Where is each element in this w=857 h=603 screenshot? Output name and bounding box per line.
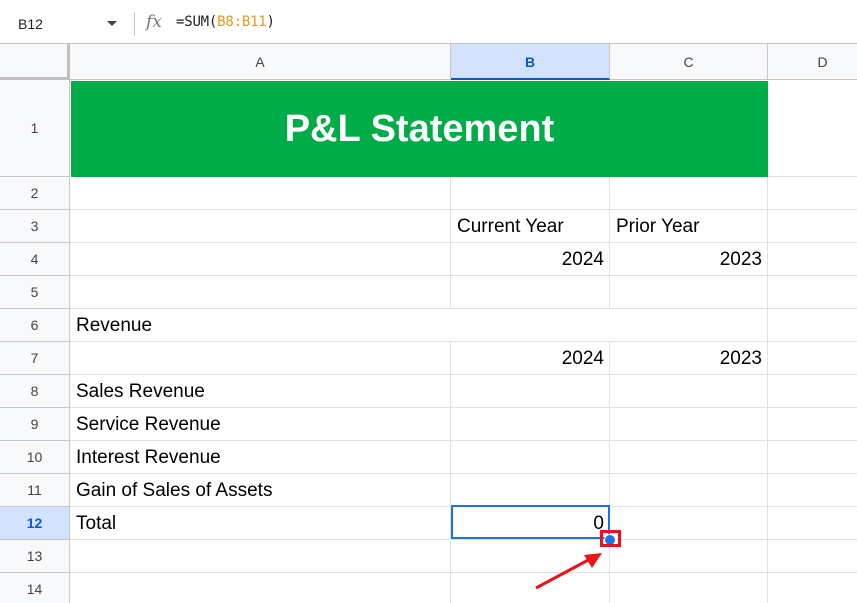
row-header-1[interactable]: 1 xyxy=(0,80,70,177)
cell-b9[interactable] xyxy=(451,408,610,441)
select-all-corner[interactable] xyxy=(0,44,70,80)
row-header-14[interactable]: 14 xyxy=(0,573,70,603)
formula-separator xyxy=(134,12,135,36)
cell-d14[interactable] xyxy=(768,573,857,603)
cell-d5[interactable] xyxy=(768,276,857,309)
cell-c4[interactable]: 2023 xyxy=(610,243,768,276)
cell-d12[interactable] xyxy=(768,507,857,540)
cell-d13[interactable] xyxy=(768,540,857,573)
cell-d7[interactable] xyxy=(768,342,857,375)
name-box-value[interactable]: B12 xyxy=(18,16,43,32)
title-cell[interactable]: P&L Statement xyxy=(71,81,768,177)
cell-d6[interactable] xyxy=(768,309,857,342)
cell-c7[interactable]: 2023 xyxy=(610,342,768,375)
row-header-11[interactable]: 11 xyxy=(0,474,70,507)
row-header-4[interactable]: 4 xyxy=(0,243,70,276)
cell-a7[interactable] xyxy=(70,342,451,375)
chevron-down-icon[interactable] xyxy=(107,21,117,26)
cell-b2[interactable] xyxy=(451,177,610,210)
formula-bar: B12 fx =SUM(B8:B11) xyxy=(0,0,857,44)
cell-b6[interactable] xyxy=(451,309,610,342)
cell-c12[interactable] xyxy=(610,507,768,540)
row-header-9[interactable]: 9 xyxy=(0,408,70,441)
cell-a9[interactable]: Service Revenue xyxy=(70,408,451,441)
cell-d10[interactable] xyxy=(768,441,857,474)
cell-c13[interactable] xyxy=(610,540,768,573)
cell-a8[interactable]: Sales Revenue xyxy=(70,375,451,408)
cell-b7[interactable]: 2024 xyxy=(451,342,610,375)
cell-c6[interactable] xyxy=(610,309,768,342)
spreadsheet-grid[interactable]: A B C D 1 2 3 4 5 6 7 8 9 10 11 12 13 14… xyxy=(0,44,857,603)
column-header-c[interactable]: C xyxy=(610,44,768,80)
cell-c10[interactable] xyxy=(610,441,768,474)
cell-b12[interactable]: 0 xyxy=(451,507,610,540)
column-header-d[interactable]: D xyxy=(768,44,857,80)
cell-d8[interactable] xyxy=(768,375,857,408)
cell-a5[interactable] xyxy=(70,276,451,309)
cell-a14[interactable] xyxy=(70,573,451,603)
cell-b8[interactable] xyxy=(451,375,610,408)
row-header-7[interactable]: 7 xyxy=(0,342,70,375)
row-header-10[interactable]: 10 xyxy=(0,441,70,474)
cell-c14[interactable] xyxy=(610,573,768,603)
cell-a2[interactable] xyxy=(70,177,451,210)
cell-c8[interactable] xyxy=(610,375,768,408)
cell-a6[interactable]: Revenue xyxy=(70,309,451,342)
cell-b14[interactable] xyxy=(451,573,610,603)
cell-a10[interactable]: Interest Revenue xyxy=(70,441,451,474)
column-header-b[interactable]: B xyxy=(451,44,610,80)
cell-a12[interactable]: Total xyxy=(70,507,451,540)
formula-input[interactable]: =SUM(B8:B11) xyxy=(176,14,275,30)
cell-c9[interactable] xyxy=(610,408,768,441)
cell-a4[interactable] xyxy=(70,243,451,276)
cell-d4[interactable] xyxy=(768,243,857,276)
row-header-2[interactable]: 2 xyxy=(0,177,70,210)
cell-b10[interactable] xyxy=(451,441,610,474)
cell-c2[interactable] xyxy=(610,177,768,210)
cell-b3[interactable]: Current Year xyxy=(451,210,610,243)
cell-d3[interactable] xyxy=(768,210,857,243)
row-header-12[interactable]: 12 xyxy=(0,507,70,540)
column-header-a[interactable]: A xyxy=(70,44,451,80)
cell-b11[interactable] xyxy=(451,474,610,507)
cell-a11[interactable]: Gain of Sales of Assets xyxy=(70,474,451,507)
row-header-5[interactable]: 5 xyxy=(0,276,70,309)
row-header-8[interactable]: 8 xyxy=(0,375,70,408)
cell-b4[interactable]: 2024 xyxy=(451,243,610,276)
cell-d2[interactable] xyxy=(768,177,857,210)
cell-a3[interactable] xyxy=(70,210,451,243)
cell-a13[interactable] xyxy=(70,540,451,573)
formula-prefix: =SUM( xyxy=(176,14,218,30)
cell-b13[interactable] xyxy=(451,540,610,573)
cell-d1[interactable] xyxy=(768,80,857,177)
fill-handle[interactable] xyxy=(604,534,616,546)
cell-b5[interactable] xyxy=(451,276,610,309)
cell-d11[interactable] xyxy=(768,474,857,507)
cell-c11[interactable] xyxy=(610,474,768,507)
cell-d9[interactable] xyxy=(768,408,857,441)
row-header-6[interactable]: 6 xyxy=(0,309,70,342)
cell-c3[interactable]: Prior Year xyxy=(610,210,768,243)
cell-c5[interactable] xyxy=(610,276,768,309)
row-header-13[interactable]: 13 xyxy=(0,540,70,573)
name-box[interactable]: B12 xyxy=(0,8,130,38)
function-icon: fx xyxy=(146,12,162,32)
row-header-3[interactable]: 3 xyxy=(0,210,70,243)
formula-suffix: ) xyxy=(266,14,275,30)
formula-range-ref: B8:B11 xyxy=(217,14,267,30)
